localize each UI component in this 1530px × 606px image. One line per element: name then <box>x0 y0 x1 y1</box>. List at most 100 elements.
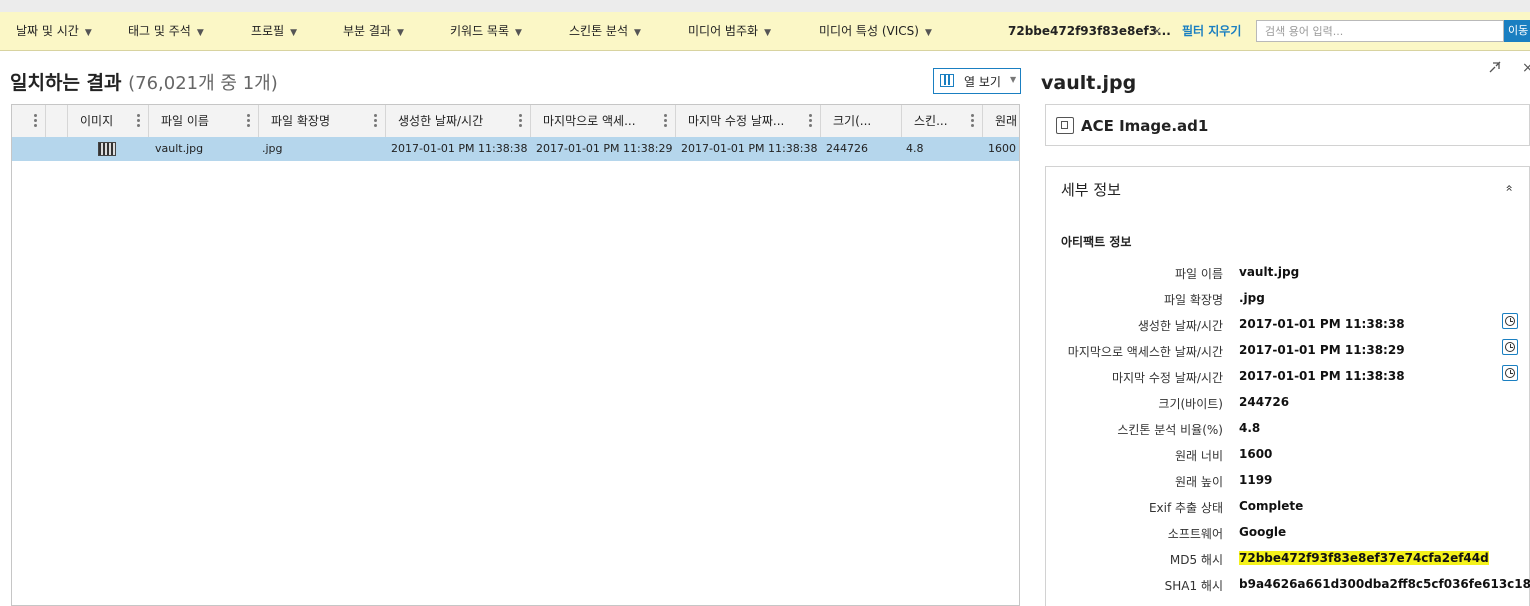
column-grip-icon[interactable] <box>247 114 250 128</box>
clear-filters-link[interactable]: 필터 지우기 <box>1182 12 1241 50</box>
property-value: 1199 <box>1239 473 1273 487</box>
column-grip-icon[interactable] <box>137 114 140 128</box>
property-value-highlighted: 72bbe472f93f83e8ef37e74cfa2ef44d <box>1239 551 1489 565</box>
cell-created: 2017-01-01 PM 11:38:38 <box>391 142 528 155</box>
property-label: SHA1 해시 <box>1164 579 1223 593</box>
column-header-label: 마지막 수정 날짜... <box>688 114 785 128</box>
undock-icon[interactable] <box>1488 60 1502 74</box>
column-header-label: 생성한 날짜/시간 <box>398 114 484 128</box>
property-label: 마지막으로 액세스한 날짜/시간 <box>1067 345 1223 359</box>
search-input[interactable] <box>1256 20 1504 42</box>
remove-filter-icon[interactable]: × <box>1152 12 1162 50</box>
column-header-modified[interactable]: 마지막 수정 날짜... <box>676 105 821 137</box>
column-header-label: 파일 확장명 <box>271 114 331 128</box>
column-header-file-name[interactable]: 파일 이름 <box>149 105 259 137</box>
caret-down-icon: ▼ <box>196 28 204 38</box>
columns-icon <box>940 74 954 87</box>
table-row[interactable]: vault.jpg .jpg 2017-01-01 PM 11:38:38 20… <box>12 137 1019 161</box>
filter-label: 미디어 특성 (VICS) <box>819 24 919 38</box>
column-header-original-width[interactable]: 원래 <box>983 105 1019 137</box>
clock-icon[interactable] <box>1502 365 1518 381</box>
detail-title: vault.jpg <box>1041 72 1137 94</box>
column-grip-icon[interactable] <box>809 114 812 128</box>
column-grip-icon[interactable] <box>519 114 522 128</box>
filter-media-vics[interactable]: 미디어 특성 (VICS) ▼ <box>819 12 932 50</box>
column-view-button[interactable]: 열 보기 ▼ <box>933 68 1021 94</box>
property-label: Exif 추출 상태 <box>1148 501 1223 515</box>
property-value: Complete <box>1239 499 1304 513</box>
property-label: 소프트웨어 <box>1167 527 1223 541</box>
property-label: 파일 확장명 <box>1163 293 1223 307</box>
filter-label: 프로필 <box>251 24 285 38</box>
caret-down-icon: ▼ <box>1010 75 1017 84</box>
evidence-icon <box>1056 117 1074 134</box>
property-label: 원래 높이 <box>1175 475 1223 489</box>
property-label: 파일 이름 <box>1175 267 1223 281</box>
caret-down-icon: ▼ <box>290 28 298 38</box>
caret-down-icon: ▼ <box>515 28 522 38</box>
property-row: 마지막으로 액세스한 날짜/시간 2017-01-01 PM 11:38:29 <box>1046 339 1530 369</box>
filter-tags-comments[interactable]: 태그 및 주석 ▼ <box>128 12 204 50</box>
column-header-accessed[interactable]: 마지막으로 액세... <box>531 105 676 137</box>
property-row: 스킨톤 분석 비율(%) 4.8 <box>1046 421 1530 447</box>
property-row: MD5 해시 72bbe472f93f83e8ef37e74cfa2ef44d <box>1046 551 1530 577</box>
clock-icon[interactable] <box>1502 313 1518 329</box>
column-view-label: 열 보기 <box>964 75 1001 89</box>
property-label: 마지막 수정 날짜/시간 <box>1111 371 1223 385</box>
clock-icon[interactable] <box>1502 339 1518 355</box>
property-value: 2017-01-01 PM 11:38:29 <box>1239 343 1405 357</box>
property-row: 크기(바이트) 244726 <box>1046 395 1530 421</box>
column-grip-icon[interactable] <box>971 114 974 128</box>
image-thumbnail <box>98 142 116 156</box>
column-grip-icon[interactable] <box>374 114 377 128</box>
column-header-label: 이미지 <box>80 114 114 128</box>
filter-media-categorization[interactable]: 미디어 범주화 ▼ <box>688 12 771 50</box>
property-label: 생성한 날짜/시간 <box>1137 319 1223 333</box>
column-grip-icon[interactable] <box>664 114 667 128</box>
property-label: 크기(바이트) <box>1158 397 1223 411</box>
grid-header: 이미지 파일 이름 파일 확장명 생성한 날짜/시간 마지막으로 액세... 마… <box>12 105 1019 138</box>
property-row: 파일 이름 vault.jpg <box>1046 265 1530 291</box>
evidence-source-label: ACE Image.ad1 <box>1081 117 1209 135</box>
filter-label: 태그 및 주석 <box>128 24 191 38</box>
filter-skin-tone[interactable]: 스킨톤 분석 ▼ <box>569 12 641 50</box>
caret-down-icon: ▼ <box>924 28 932 38</box>
cell-modified: 2017-01-01 PM 11:38:38 <box>681 142 818 155</box>
cell-original-width: 1600 <box>988 142 1016 155</box>
cell-size: 244726 <box>826 142 868 155</box>
property-row: 원래 높이 1199 <box>1046 473 1530 499</box>
property-label: 원래 너비 <box>1175 449 1223 463</box>
go-button[interactable]: 이동 <box>1504 20 1530 42</box>
cell-skin-tone: 4.8 <box>906 142 924 155</box>
filter-label: 부분 결과 <box>343 24 391 38</box>
filter-profile[interactable]: 프로필 ▼ <box>251 12 297 50</box>
column-header-label: 스킨... <box>914 114 948 128</box>
column-header-extension[interactable]: 파일 확장명 <box>259 105 386 137</box>
filter-label: 미디어 범주화 <box>688 24 759 38</box>
property-row: SHA1 해시 b9a4626a661d300dba2ff8c5cf036fe6… <box>1046 577 1530 603</box>
property-row: 생성한 날짜/시간 2017-01-01 PM 11:38:38 <box>1046 313 1530 343</box>
details-section-title: 세부 정보 <box>1061 181 1121 199</box>
property-row: 원래 너비 1600 <box>1046 447 1530 473</box>
column-header-skin-tone[interactable]: 스킨... <box>902 105 983 137</box>
property-row: 파일 확장명 .jpg <box>1046 291 1530 317</box>
results-grid: 이미지 파일 이름 파일 확장명 생성한 날짜/시간 마지막으로 액세... 마… <box>11 104 1020 606</box>
filter-bar: 날짜 및 시간 ▼ 태그 및 주석 ▼ 프로필 ▼ 부분 결과 ▼ 키워드 목록 ▼ 스킨… <box>0 12 1530 51</box>
column-header-select[interactable] <box>46 105 68 137</box>
filter-keyword-lists[interactable]: 키워드 목록 ▼ <box>450 12 522 50</box>
property-value: 2017-01-01 PM 11:38:38 <box>1239 317 1405 331</box>
column-header-created[interactable]: 생성한 날짜/시간 <box>386 105 531 137</box>
top-strip <box>0 0 1530 12</box>
property-row: 마지막 수정 날짜/시간 2017-01-01 PM 11:38:38 <box>1046 365 1530 395</box>
caret-down-icon: ▼ <box>396 28 404 38</box>
caret-down-icon: ▼ <box>84 28 92 38</box>
column-header-image[interactable]: 이미지 <box>68 105 149 137</box>
collapse-icon[interactable]: « <box>1503 184 1517 191</box>
filter-date-time[interactable]: 날짜 및 시간 ▼ <box>16 12 92 50</box>
artifact-info-title: 아티팩트 정보 <box>1061 235 1132 249</box>
filter-partial-results[interactable]: 부분 결과 ▼ <box>343 12 404 50</box>
column-header-menu[interactable] <box>12 105 46 137</box>
column-header-label: 크기(... <box>833 114 872 128</box>
close-icon[interactable]: × <box>1522 60 1530 76</box>
column-header-size[interactable]: 크기(... <box>821 105 902 137</box>
